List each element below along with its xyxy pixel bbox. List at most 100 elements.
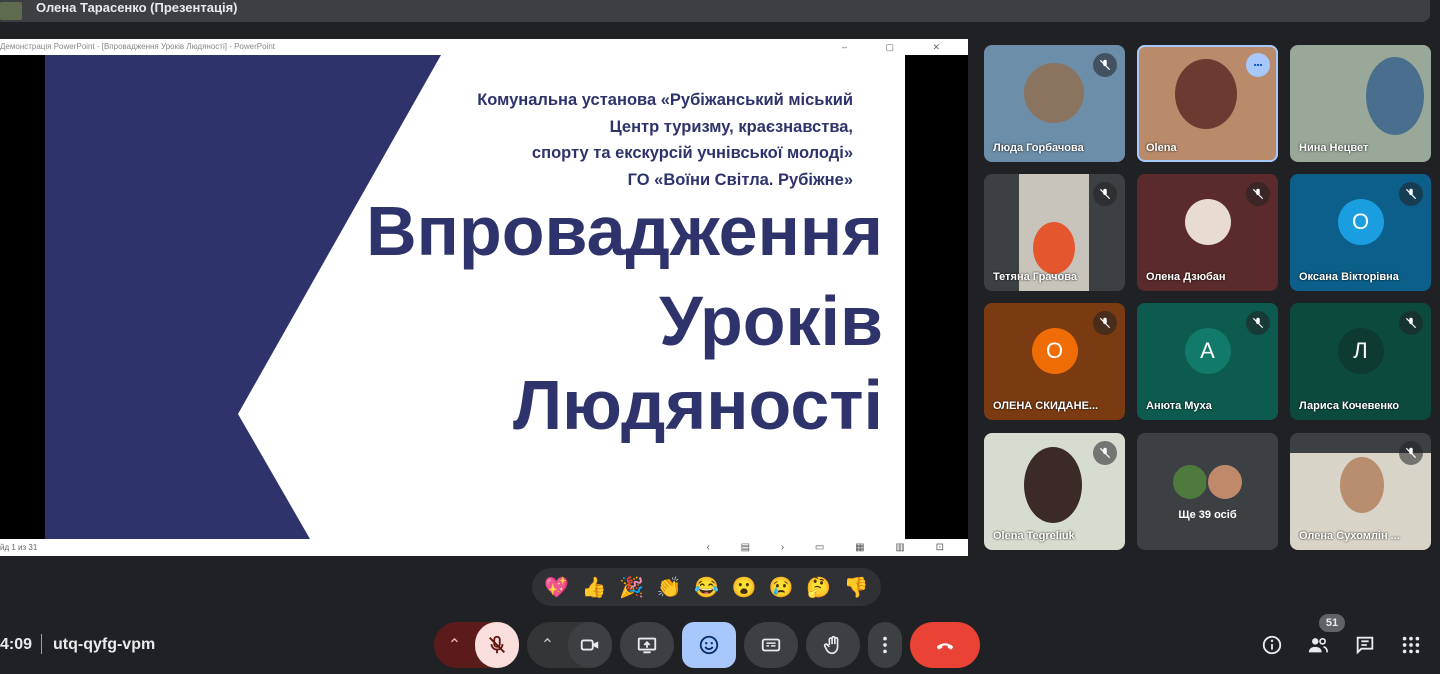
participant-thumb (1171, 463, 1209, 501)
mic-off-icon (488, 635, 505, 654)
more-participants-label: Ще 39 осіб (1178, 509, 1237, 521)
slide-counter: йд 1 из 31 (0, 543, 38, 552)
participant-name: Олена Сухомлін ... (1299, 530, 1400, 542)
camera-icon (580, 639, 598, 651)
participant-tile[interactable]: Olena Tegreliuk (984, 433, 1125, 550)
people-button[interactable] (1305, 632, 1331, 658)
emoji-button[interactable] (682, 622, 736, 668)
participant-tile[interactable]: Олена Дзюбан (1137, 174, 1278, 291)
participant-avatar: А (1184, 327, 1231, 374)
presenter-bar: Олена Тарасенко (Презентація) (0, 0, 1430, 22)
chat-button[interactable] (1352, 632, 1378, 658)
ppt-window-title: Демонстрація PowerPoint - [Впровадження … (0, 42, 275, 51)
divider (41, 634, 42, 654)
raise-hand-button[interactable] (806, 622, 860, 668)
participant-avatar: Л (1337, 327, 1384, 374)
captions-button[interactable] (744, 622, 798, 668)
more-options-icon (883, 636, 887, 654)
bottom-toolbar: 4:09 utq-qyfg-vpm ⌃ ⌃ 51 (0, 614, 1440, 670)
org-line: Центр туризму, краєзнавства, (609, 117, 853, 136)
participant-name: Тетяна Грачова (993, 271, 1077, 283)
participant-name: Olena Tegreliuk (993, 530, 1075, 542)
slide-organization: Комунальна установа «Рубіжанський міськи… (477, 87, 853, 193)
ppt-statusbar: йд 1 из 31 ‹ ▤ › ▭ ▦ ▥ ⊡ (0, 539, 968, 556)
mic-off-icon (1246, 182, 1270, 206)
info-icon (1262, 635, 1282, 655)
org-line: спорту та екскурсій учнівської молоді» (531, 144, 853, 162)
participant-name: Люда Горбачова (993, 142, 1084, 154)
participant-name: Олена Дзюбан (1146, 271, 1226, 283)
reaction-heart[interactable]: 💖 (541, 575, 573, 600)
participant-name: ОЛЕНА СКИДАНЕ... (993, 400, 1099, 412)
mic-off-icon (1246, 311, 1270, 335)
participant-avatar: О (1031, 327, 1078, 374)
participant-avatar: О (1337, 198, 1384, 245)
mic-off-icon (1093, 53, 1117, 77)
participant-video (1175, 59, 1237, 129)
participant-tile[interactable]: Люда Горбачова (984, 45, 1125, 162)
activities-button[interactable] (1398, 632, 1424, 658)
window-controls: – ▢ ✕ (841, 42, 958, 52)
camera-options-button[interactable]: ⌃ (528, 622, 568, 668)
mic-off-icon (1093, 441, 1117, 465)
participant-name: Лариса Кочевенко (1299, 400, 1400, 412)
slide: Комунальна установа «Рубіжанський міськи… (45, 55, 905, 539)
participant-name: Olena (1146, 142, 1177, 154)
mic-options-button[interactable]: ⌃ (435, 622, 475, 668)
more-options-button[interactable] (868, 622, 902, 668)
participant-video (1024, 447, 1082, 523)
participant-tile[interactable]: Нина Нецвет (1290, 45, 1431, 162)
org-line: Комунальна установа «Рубіжанський міськи… (477, 91, 853, 109)
reaction-clap[interactable]: 👏 (653, 575, 685, 600)
participant-avatar (1184, 198, 1231, 245)
reaction-sad[interactable]: 😢 (765, 575, 797, 600)
captions-icon (761, 638, 781, 652)
reaction-thinking[interactable]: 🤔 (803, 575, 835, 600)
participant-video (1024, 63, 1084, 123)
participant-tile[interactable]: А Анюта Муха (1137, 303, 1278, 420)
reaction-surprised[interactable]: 😮 (728, 575, 760, 600)
reaction-thumbs-down[interactable]: 👎 (840, 575, 872, 600)
mic-off-icon (1093, 182, 1117, 206)
chat-icon (1356, 636, 1374, 655)
reaction-laugh[interactable]: 😂 (690, 575, 722, 600)
reaction-thumbs-up[interactable]: 👍 (578, 575, 610, 600)
present-button[interactable] (620, 622, 674, 668)
emoji-icon (699, 635, 719, 655)
raise-hand-icon (823, 635, 839, 655)
participant-tile[interactable]: О ОЛЕНА СКИДАНЕ... (984, 303, 1125, 420)
presentation-area: Демонстрація PowerPoint - [Впровадження … (0, 39, 968, 556)
more-participants-tile[interactable]: Ще 39 осіб (1137, 433, 1278, 550)
participant-tile[interactable]: Olena (1137, 45, 1278, 162)
activities-icon (1402, 636, 1420, 654)
participant-tile[interactable]: Л Лариса Кочевенко (1290, 303, 1431, 420)
end-call-button[interactable] (910, 622, 980, 668)
participant-count-badge: 51 (1319, 614, 1345, 632)
participant-tile[interactable]: Олена Сухомлін ... (1290, 433, 1431, 550)
mic-off-icon (1399, 441, 1423, 465)
mic-control-group: ⌃ (434, 622, 519, 668)
participant-tile[interactable]: Тетяна Грачова (984, 174, 1125, 291)
slide-title-line: Людяності (512, 366, 883, 444)
camera-toggle-button[interactable] (567, 622, 612, 668)
slide-title-line: Уроків (659, 282, 883, 360)
ppt-view-controls[interactable]: ‹ ▤ › ▭ ▦ ▥ ⊡ (706, 539, 958, 556)
meeting-code: utq-qyfg-vpm (53, 636, 156, 653)
reaction-party[interactable]: 🎉 (616, 575, 648, 600)
meeting-time: 4:09 (0, 636, 33, 653)
participant-thumb (1206, 463, 1244, 501)
present-screen-icon (637, 637, 657, 654)
org-line: ГО «Воїни Світла. Рубіжне» (627, 170, 853, 189)
ppt-window-titlebar: Демонстрація PowerPoint - [Впровадження … (0, 39, 968, 55)
mic-off-icon (1399, 182, 1423, 206)
participant-name: Анюта Муха (1146, 400, 1212, 412)
participant-video (1366, 57, 1424, 135)
mic-off-icon (1399, 311, 1423, 335)
participant-name: Оксана Вікторівна (1299, 271, 1399, 283)
participant-name: Нина Нецвет (1299, 142, 1369, 154)
mic-toggle-button[interactable] (474, 622, 519, 668)
speaking-indicator-icon (1246, 53, 1270, 77)
camera-control-group: ⌃ (527, 622, 612, 668)
meeting-info-button[interactable] (1259, 632, 1285, 658)
participant-tile[interactable]: О Оксана Вікторівна (1290, 174, 1431, 291)
